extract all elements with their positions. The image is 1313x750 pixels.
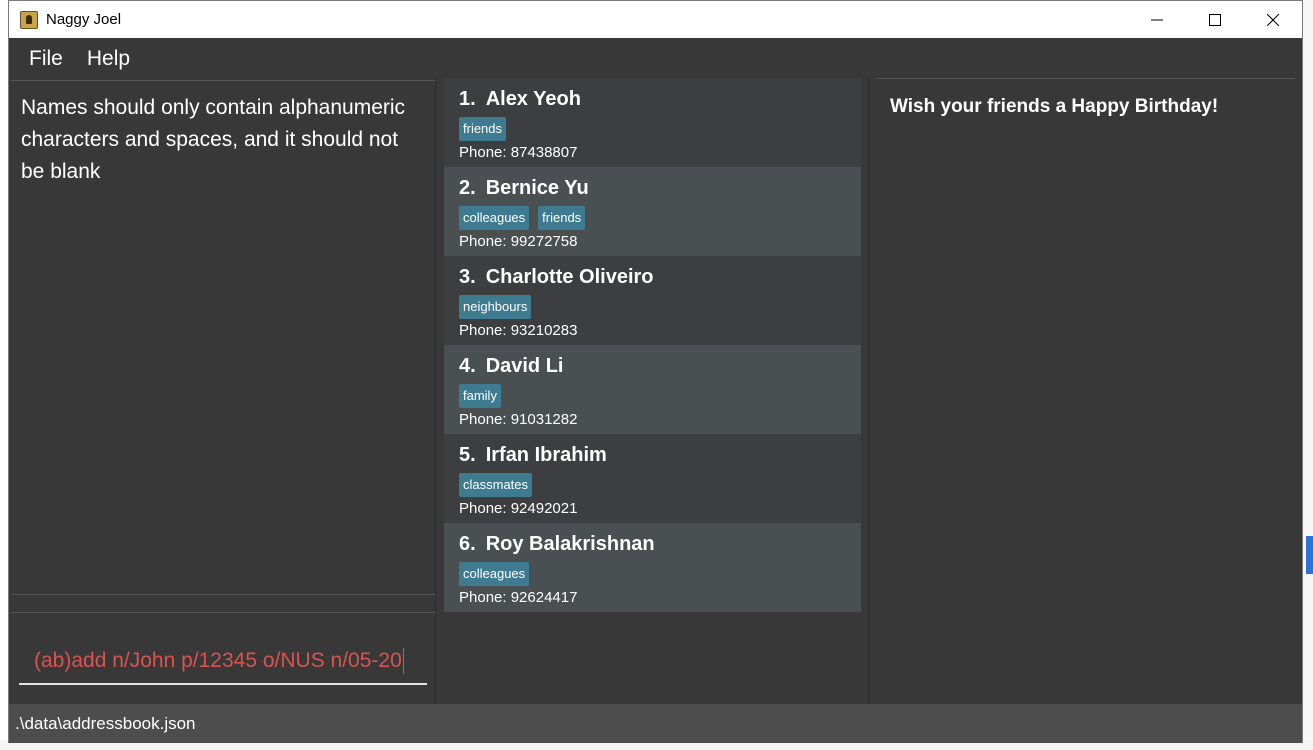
person-list[interactable]: 1. Alex Yeoh friends Phone: 87438807 2. Be… <box>444 78 861 612</box>
person-name: Roy Balakrishnan <box>485 533 655 555</box>
tag-list: family <box>459 384 846 408</box>
tag-list: neighbours <box>459 295 846 319</box>
person-name-row: 6. Roy Balakrishnan <box>459 533 846 556</box>
person-index: 2. <box>459 177 476 199</box>
person-phone: Phone: 93210283 <box>459 322 578 339</box>
person-card[interactable]: 2. Bernice Yu colleagues friends Phone: 99… <box>444 167 861 256</box>
command-input[interactable]: (ab)add n/John p/12345 o/NUS n/05-20 <box>19 639 427 685</box>
background-document-right <box>1302 0 1313 750</box>
tag: family <box>459 384 501 408</box>
person-card[interactable]: 6. Roy Balakrishnan colleagues Phone: 926… <box>444 523 861 612</box>
person-name-row: 1. Alex Yeoh <box>459 88 846 111</box>
maximize-button[interactable] <box>1186 1 1244 38</box>
window-title: Naggy Joel <box>46 11 122 28</box>
person-index: 6. <box>459 533 476 555</box>
panel-divider[interactable] <box>868 79 869 705</box>
tag: classmates <box>459 473 533 497</box>
background-accent <box>1306 536 1313 574</box>
person-card[interactable]: 3. Charlotte Oliveiro neighbours Phone: 9… <box>444 256 861 345</box>
app-window: Naggy Joel File Help Names should only c… <box>8 0 1303 743</box>
person-phone: Phone: 99272758 <box>459 233 578 250</box>
person-name: Charlotte Oliveiro <box>485 266 654 288</box>
person-index: 3. <box>459 266 476 288</box>
result-display[interactable]: Names should only contain alphanumeric c… <box>11 80 435 595</box>
person-phone: Phone: 92492021 <box>459 500 578 517</box>
tag-list: colleagues friends <box>459 206 846 230</box>
text-caret <box>402 648 404 674</box>
birthday-panel: Wish your friends a Happy Birthday! <box>877 78 1295 704</box>
app-icon <box>20 10 38 29</box>
tag: colleagues <box>459 206 530 230</box>
person-name: Alex Yeoh <box>485 88 581 110</box>
person-index: 4. <box>459 355 476 377</box>
save-location: .\data\addressbook.json <box>15 713 196 733</box>
tag-list: classmates <box>459 473 846 497</box>
person-phone: Phone: 87438807 <box>459 144 578 161</box>
tag: friends <box>538 206 586 230</box>
status-bar: .\data\addressbook.json <box>9 704 1302 743</box>
person-card[interactable]: 4. David Li family Phone: 91031282 <box>444 345 861 434</box>
person-name-row: 4. David Li <box>459 355 846 378</box>
person-index: 1. <box>459 88 476 110</box>
person-name: Bernice Yu <box>485 177 589 199</box>
person-card[interactable]: 1. Alex Yeoh friends Phone: 87438807 <box>444 78 861 167</box>
result-message: Names should only contain alphanumeric c… <box>21 96 406 183</box>
menu-bar: File Help <box>9 38 1302 79</box>
person-name: David Li <box>485 355 564 377</box>
panel-divider[interactable] <box>435 79 436 705</box>
tag-list: colleagues <box>459 562 846 586</box>
tag: friends <box>459 117 507 141</box>
menu-help[interactable]: Help <box>87 47 130 71</box>
person-name-row: 3. Charlotte Oliveiro <box>459 266 846 289</box>
window-controls <box>1128 1 1302 38</box>
person-name: Irfan Ibrahim <box>485 444 607 466</box>
person-phone: Phone: 91031282 <box>459 411 578 428</box>
person-phone: Phone: 92624417 <box>459 589 578 606</box>
person-name-row: 2. Bernice Yu <box>459 177 846 200</box>
maximize-icon <box>1209 13 1221 26</box>
person-card[interactable]: 5. Irfan Ibrahim classmates Phone: 924920… <box>444 434 861 523</box>
person-name-row: 5. Irfan Ibrahim <box>459 444 846 467</box>
close-button[interactable] <box>1244 1 1302 38</box>
close-icon <box>1267 13 1279 26</box>
menu-file[interactable]: File <box>29 47 63 71</box>
command-text: (ab)add n/John p/12345 o/NUS n/05-20 <box>34 649 402 672</box>
birthday-message: Wish your friends a Happy Birthday! <box>890 96 1219 117</box>
title-bar[interactable]: Naggy Joel <box>9 1 1302 38</box>
minimize-button[interactable] <box>1128 1 1186 38</box>
command-area: (ab)add n/John p/12345 o/NUS n/05-20 <box>11 612 435 704</box>
tag: neighbours <box>459 295 532 319</box>
tag-list: friends <box>459 117 846 141</box>
minimize-icon <box>1151 19 1163 20</box>
person-index: 5. <box>459 444 476 466</box>
tag: colleagues <box>459 562 530 586</box>
